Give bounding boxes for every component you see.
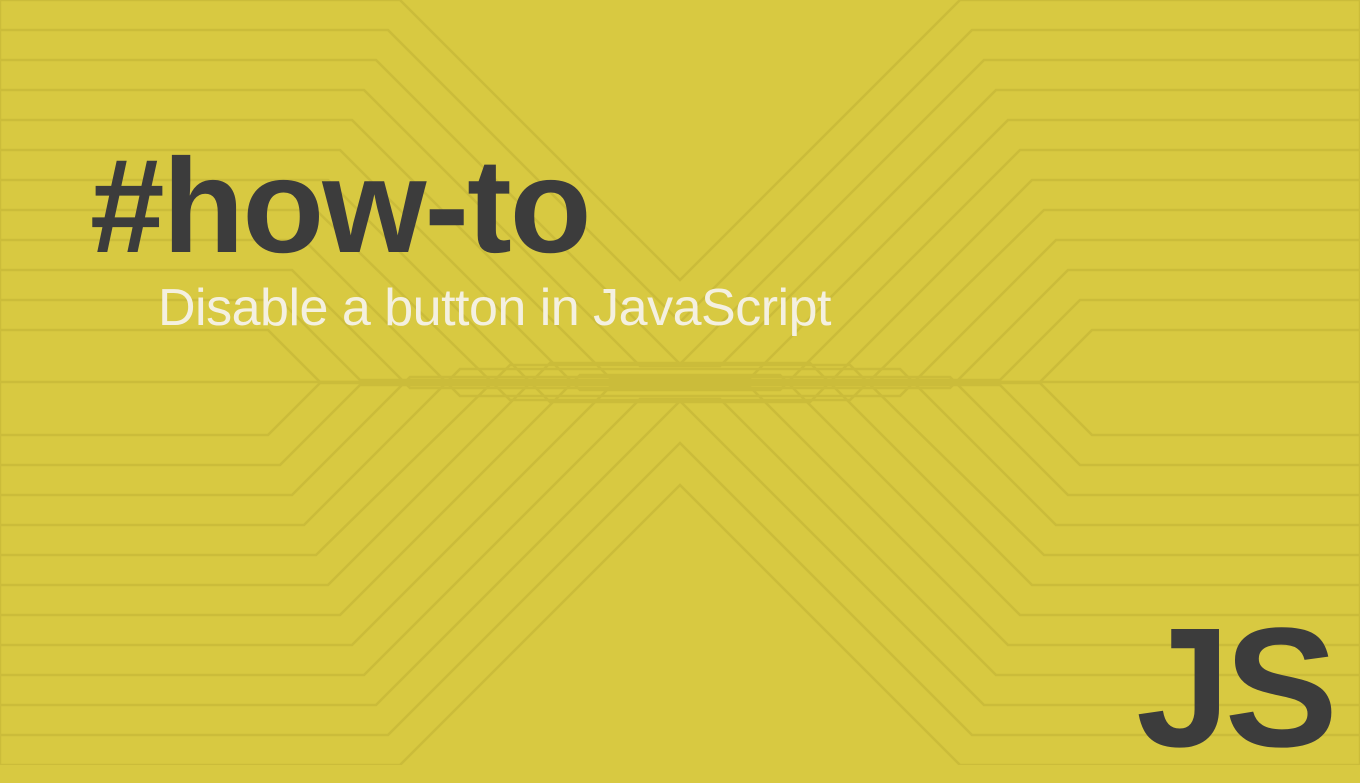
- tag-heading: #how-to: [90, 140, 1360, 274]
- js-logo: JS: [1136, 603, 1332, 773]
- subtitle-text: Disable a button in JavaScript: [158, 278, 1360, 338]
